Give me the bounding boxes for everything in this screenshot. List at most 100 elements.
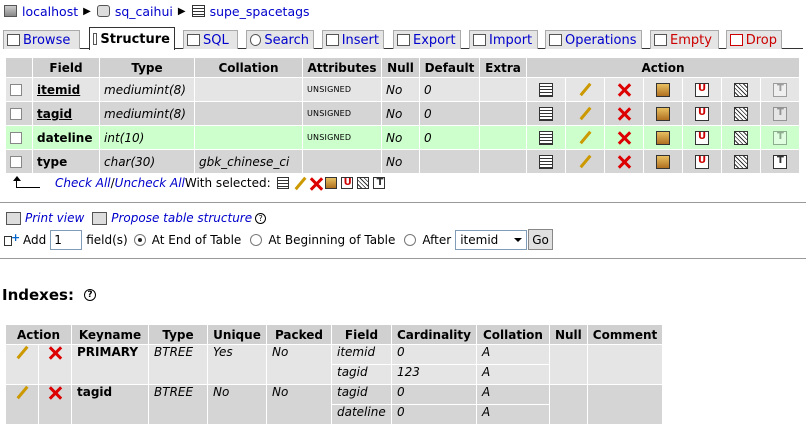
field-default: 0	[420, 102, 479, 125]
primary-key-icon[interactable]	[656, 130, 670, 145]
drop-icon[interactable]	[617, 131, 631, 145]
field-name: itemid	[33, 78, 99, 101]
browse-distinct-icon[interactable]	[539, 82, 553, 97]
tab-structure[interactable]: Structure	[89, 27, 175, 50]
uncheck-all-link[interactable]: Uncheck All	[115, 176, 185, 190]
index-packed: No	[267, 385, 331, 424]
breadcrumb-separator-icon: ▶	[177, 5, 186, 17]
field-default: 0	[420, 78, 479, 101]
add-label: Add	[23, 232, 47, 247]
go-button[interactable]: Go	[528, 229, 553, 250]
tab-empty[interactable]: Empty	[650, 30, 719, 49]
action-cell	[605, 150, 643, 173]
drop-icon[interactable]	[617, 107, 631, 121]
index-icon[interactable]	[734, 130, 748, 145]
drop-icon[interactable]	[309, 177, 321, 189]
action-cell	[722, 102, 760, 125]
breadcrumb-separator-icon: ▶	[83, 5, 91, 17]
edit-icon[interactable]	[15, 346, 29, 360]
tab-export[interactable]: Export	[393, 30, 461, 49]
check-all-link[interactable]: Check All	[55, 176, 111, 190]
edit-icon[interactable]	[578, 83, 592, 97]
after-radio[interactable]	[404, 233, 417, 246]
field-collation	[195, 78, 302, 101]
row-checkbox[interactable]	[10, 108, 22, 120]
browse-icon[interactable]	[276, 177, 289, 189]
unique-icon[interactable]	[695, 106, 709, 121]
structure-header-row: Field Type Collation Attributes Null Def…	[6, 58, 799, 77]
row-checkbox[interactable]	[10, 84, 22, 96]
field-name: type	[33, 150, 99, 173]
help-icon[interactable]: ?	[83, 289, 96, 301]
index-icon[interactable]	[734, 82, 748, 97]
tab-bar: Browse Structure SQL Search Insert Expor…	[3, 27, 803, 50]
index-action-cell	[39, 385, 71, 424]
index-icon[interactable]	[734, 154, 748, 169]
primary-key-icon[interactable]	[656, 106, 670, 121]
index-null	[549, 385, 587, 424]
action-cell	[683, 78, 721, 101]
action-cell	[566, 102, 604, 125]
drop-icon	[730, 34, 743, 46]
export-icon	[397, 34, 410, 46]
edit-icon[interactable]	[15, 386, 29, 400]
unique-icon[interactable]	[695, 82, 709, 97]
tab-browse[interactable]: Browse	[3, 30, 80, 49]
breadcrumb-server[interactable]: localhost	[22, 4, 78, 19]
tab-operations[interactable]: Operations	[545, 30, 642, 49]
action-cell	[566, 150, 604, 173]
action-cell	[644, 126, 682, 149]
field-count-input[interactable]	[50, 229, 83, 250]
action-cell	[527, 78, 565, 101]
drop-icon[interactable]	[617, 83, 631, 97]
fulltext-icon[interactable]	[372, 177, 385, 189]
breadcrumb-database[interactable]: sq_caihui	[115, 4, 173, 19]
action-cell	[644, 102, 682, 125]
edit-icon[interactable]	[578, 131, 592, 145]
fulltext-icon[interactable]	[773, 154, 787, 169]
browse-icon	[7, 34, 20, 46]
primary-key-icon[interactable]	[656, 82, 670, 97]
tab-sql[interactable]: SQL	[183, 30, 238, 49]
at-end-radio[interactable]	[133, 233, 146, 246]
breadcrumb-table[interactable]: supe_spacetags	[210, 4, 310, 19]
primary-key-icon[interactable]	[656, 154, 670, 169]
edit-icon[interactable]	[578, 107, 592, 121]
index-field: dateline	[332, 405, 391, 424]
field-null: No	[382, 126, 419, 149]
drop-icon[interactable]	[48, 346, 62, 360]
edit-icon[interactable]	[293, 177, 305, 189]
print-view-link[interactable]: Print view	[25, 211, 84, 225]
idx-header-cardinality: Cardinality	[392, 325, 476, 344]
index-field: tagid	[332, 365, 391, 384]
tab-search[interactable]: Search	[246, 30, 314, 49]
index-cardinality: 0	[392, 345, 476, 364]
unique-icon[interactable]	[695, 154, 709, 169]
browse-distinct-icon[interactable]	[539, 130, 553, 145]
after-field-select[interactable]: itemid	[455, 229, 528, 250]
action-cell	[761, 102, 799, 125]
browse-distinct-icon[interactable]	[539, 106, 553, 121]
row-checkbox[interactable]	[10, 132, 22, 144]
edit-icon[interactable]	[578, 155, 592, 169]
help-icon[interactable]: ?	[255, 212, 267, 224]
table-icon	[191, 5, 205, 17]
tab-import[interactable]: Import	[469, 30, 538, 49]
unique-icon[interactable]	[340, 177, 353, 189]
structure-icon	[93, 33, 98, 45]
unique-icon[interactable]	[695, 130, 709, 145]
at-beginning-radio[interactable]	[250, 233, 263, 246]
drop-icon[interactable]	[617, 155, 631, 169]
row-checkbox[interactable]	[10, 156, 22, 168]
action-cell	[644, 150, 682, 173]
propose-structure-link[interactable]: Propose table structure	[111, 211, 252, 225]
index-icon[interactable]	[734, 106, 748, 121]
index-icon[interactable]	[356, 177, 369, 189]
browse-distinct-icon[interactable]	[539, 154, 553, 169]
header-null: Null	[382, 58, 419, 77]
tab-insert[interactable]: Insert	[322, 30, 384, 49]
drop-icon[interactable]	[48, 386, 62, 400]
search-icon	[250, 34, 262, 46]
primary-key-icon[interactable]	[324, 177, 337, 189]
tab-drop[interactable]: Drop	[726, 30, 782, 49]
